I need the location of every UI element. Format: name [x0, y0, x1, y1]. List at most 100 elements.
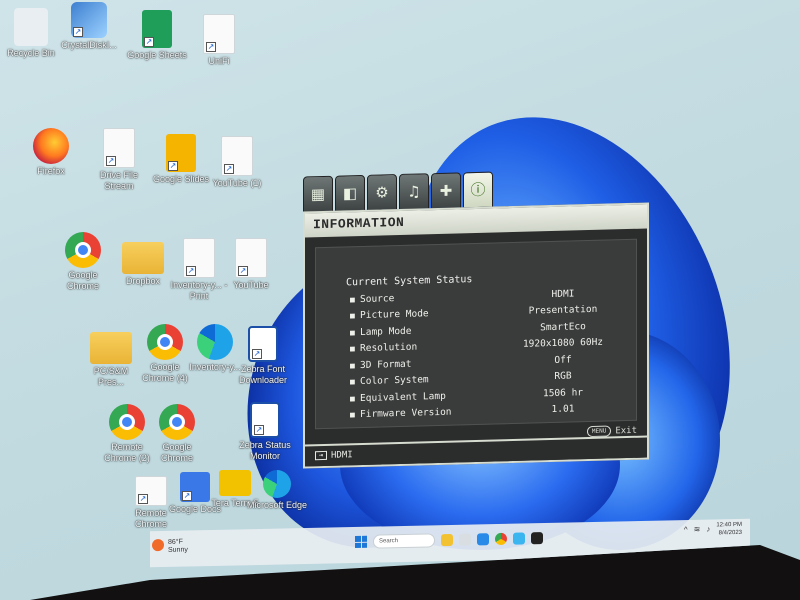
desktop-icon-crystaldisk[interactable]: ↗ CrystalDiskI...	[58, 2, 120, 51]
desktop-icon-youtube[interactable]: ↗ YouTube	[220, 238, 282, 291]
desktop-icon-label: Recycle Bin	[7, 48, 55, 58]
exit-label: Exit	[615, 425, 637, 436]
clock-date: 8/4/2023	[718, 529, 742, 537]
desktop-icon-label: YouTube (1)	[212, 178, 262, 188]
projector-osd-menu: ▦ ◧ ⚙ ♫ ✚ ⓘ INFORMATION Current System S…	[303, 167, 649, 469]
google-sheets-icon: ↗	[142, 10, 172, 48]
information-tab-icon[interactable]: ⓘ	[463, 171, 493, 209]
audio-tab-icon[interactable]: ♫	[399, 173, 429, 211]
bullet-icon: ■	[350, 360, 355, 371]
osd-value: HDMI	[551, 288, 575, 300]
osd-key: Picture Mode	[360, 308, 429, 322]
desktop-icon-label: Firefox	[37, 166, 65, 176]
osd-value: Presentation	[528, 304, 598, 317]
chevron-up-icon[interactable]: ^	[684, 525, 688, 534]
zebra-icon: ↗	[250, 402, 280, 438]
desktop-icon-pc-sm-pres[interactable]: PC/S&M Pres...	[80, 326, 142, 388]
desktop-icon-label: Google Chrome	[66, 270, 99, 291]
desktop-icon-firefox[interactable]: Firefox	[20, 128, 82, 177]
desktop-icon-dropbox[interactable]: Dropbox	[112, 236, 174, 287]
bullet-icon: ■	[350, 344, 355, 354]
osd-key: Equivalent Lamp	[360, 390, 446, 404]
desktop-icon-drive-file-stream[interactable]: ↗ Drive File Stream	[88, 128, 150, 192]
desktop-icon-google-sheets[interactable]: ↗ Google Sheets	[126, 10, 188, 61]
document-icon: ↗	[203, 14, 235, 54]
system-tray: ^ ≋ ♪ 12:40 PM 8/4/2023	[684, 521, 742, 538]
firefox-icon	[33, 128, 69, 164]
desktop-icon-label: Google Slides	[152, 174, 210, 184]
chrome-taskbar-icon[interactable]	[495, 532, 507, 546]
desktop-icon-label: Zebra Font Downloader	[238, 364, 288, 385]
desktop-icon-recycle-bin[interactable]: Recycle Bin	[0, 8, 62, 59]
osd-value: SmartEco	[540, 320, 586, 334]
desktop-icon-unifi[interactable]: ↗ UniFi	[188, 14, 250, 67]
taskbar-search[interactable]: Search	[373, 533, 435, 549]
desktop-icon-label: UniFi	[208, 56, 230, 66]
document-icon: ↗	[135, 476, 167, 506]
taskbar: 86°F Sunny Search ^ ≋ ♪ 12:40 PM 8/4/202…	[150, 518, 750, 568]
google-slides-icon: ↗	[166, 134, 196, 172]
osd-key: Lamp Mode	[360, 325, 412, 338]
bullet-icon: ■	[350, 393, 355, 404]
weather-widget[interactable]: 86°F Sunny	[152, 538, 188, 555]
osd-title: INFORMATION	[305, 204, 647, 238]
edge-icon	[263, 470, 291, 498]
bullet-icon: ■	[350, 327, 355, 338]
desktop-icon-label: YouTube	[233, 280, 269, 290]
desktop-icon-label: Google Chrome	[160, 442, 193, 463]
wifi-icon[interactable]: ≋	[694, 525, 701, 534]
sun-icon	[152, 538, 164, 552]
chrome-icon	[159, 404, 195, 440]
osd-key: Firmware Version	[360, 406, 452, 421]
osd-info-body: Current System Status ■ Source HDMI ■ Pictu…	[315, 238, 637, 430]
desktop-icon-label: CrystalDiskI...	[61, 40, 117, 50]
crystaldisk-icon: ↗	[71, 2, 107, 38]
volume-icon[interactable]: ♪	[706, 525, 710, 534]
desktop-icon-zebra-font-downloader[interactable]: ↗ Zebra Font Downloader	[232, 326, 294, 386]
bullet-icon: ■	[350, 410, 355, 420]
file-explorer-icon[interactable]	[441, 533, 453, 547]
chrome-icon	[147, 324, 183, 360]
bullet-icon: ■	[350, 294, 355, 305]
image-adjust-tab-icon[interactable]: ◧	[335, 174, 365, 212]
clock[interactable]: 12:40 PM 8/4/2023	[716, 521, 742, 538]
osd-value: 1920x1080 60Hz	[522, 336, 604, 351]
desktop-icon-label: Google Sheets	[127, 50, 187, 60]
desktop-icon-label: Drive File Stream	[99, 170, 138, 191]
task-view-icon[interactable]	[459, 533, 471, 546]
edge-icon	[197, 324, 233, 360]
advanced-tab-icon[interactable]: ✚	[431, 172, 461, 210]
desktop-icon-microsoft-edge[interactable]: Microsoft Edge	[246, 470, 308, 511]
edge-taskbar-icon[interactable]	[477, 533, 489, 546]
desktop-icon-label: Microsoft Edge	[246, 500, 308, 510]
recycle-bin-icon	[14, 8, 48, 46]
windows-start-icon[interactable]	[355, 535, 367, 548]
desktop-icon-label: Dropbox	[125, 276, 161, 286]
desktop-icon-google-chrome-2[interactable]: Google Chrome	[146, 404, 208, 464]
store-taskbar-icon[interactable]	[513, 532, 525, 545]
input-source-icon: ⇥	[315, 450, 327, 461]
osd-value: Off	[554, 354, 572, 366]
bullet-icon: ■	[350, 377, 355, 387]
document-icon: ↗	[221, 136, 253, 176]
settings-tab-icon[interactable]: ⚙	[367, 174, 397, 211]
desktop-icon-google-slides[interactable]: ↗ Google Slides	[150, 134, 212, 185]
desktop-icon-google-chrome[interactable]: Google Chrome	[52, 232, 114, 292]
picture-tab-icon[interactable]: ▦	[303, 175, 333, 213]
osd-footer-source: HDMI	[331, 450, 353, 461]
document-icon: ↗	[103, 128, 135, 168]
chrome-icon	[65, 232, 101, 268]
osd-value: 1.01	[551, 403, 575, 416]
terminal-taskbar-icon[interactable]	[531, 532, 543, 545]
osd-key: Color System	[360, 374, 429, 388]
folder-icon	[90, 332, 132, 364]
taskbar-apps: Search	[355, 531, 543, 549]
desktop-icon-youtube-1[interactable]: ↗ YouTube (1)	[206, 136, 268, 189]
menu-key-icon: MENU	[586, 425, 612, 438]
zebra-icon: ↗	[248, 326, 278, 362]
document-icon: ↗	[183, 238, 215, 278]
document-icon: ↗	[235, 238, 267, 278]
chrome-icon	[109, 404, 145, 440]
osd-value: RGB	[554, 370, 572, 383]
desktop-icon-zebra-status-monitor[interactable]: ↗ Zebra Status Monitor	[234, 402, 296, 462]
